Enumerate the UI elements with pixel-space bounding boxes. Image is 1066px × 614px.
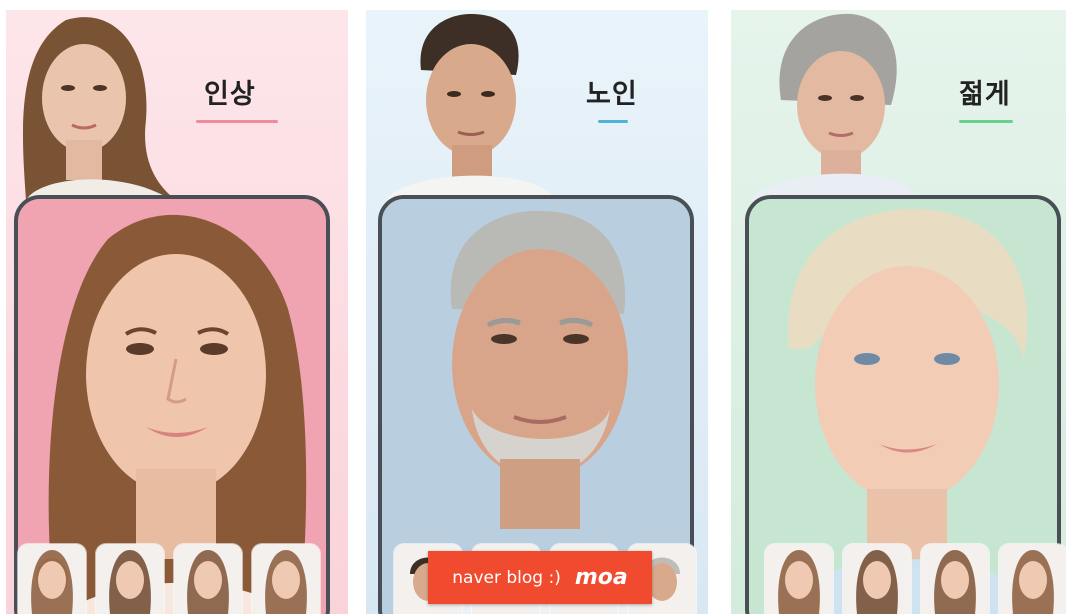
result-thumbnail[interactable] bbox=[18, 544, 86, 614]
result-thumbnail[interactable] bbox=[843, 544, 911, 614]
caption-younger: 젊게 bbox=[959, 79, 1011, 110]
caption-underline bbox=[598, 120, 628, 123]
man-portrait bbox=[386, 14, 556, 200]
blog-watermark-banner: naver blog :) moa bbox=[428, 551, 652, 604]
result-thumbnail[interactable] bbox=[252, 544, 320, 614]
banner-brand: moa bbox=[574, 565, 628, 590]
caption-aging: 노인 bbox=[586, 79, 638, 110]
result-thumbnail[interactable] bbox=[174, 544, 242, 614]
thumbnail-strip bbox=[765, 544, 1066, 614]
older-woman-portrait bbox=[751, 13, 921, 200]
promo-panel-younger: 젊게 bbox=[731, 10, 1066, 614]
caption-underline bbox=[959, 120, 1013, 123]
banner-text: naver blog :) bbox=[452, 567, 561, 588]
caption-impression: 인상 bbox=[204, 79, 256, 110]
caption-underline bbox=[196, 120, 278, 123]
result-thumbnail[interactable] bbox=[921, 544, 989, 614]
young-woman-portrait bbox=[22, 17, 176, 200]
promo-panel-aging: 노인 bbox=[366, 10, 708, 614]
thumbnail-strip bbox=[18, 544, 348, 614]
result-thumbnail[interactable] bbox=[999, 544, 1066, 614]
result-thumbnail[interactable] bbox=[96, 544, 164, 614]
promo-panel-impression: 인상 bbox=[6, 10, 348, 614]
result-thumbnail[interactable] bbox=[765, 544, 833, 614]
